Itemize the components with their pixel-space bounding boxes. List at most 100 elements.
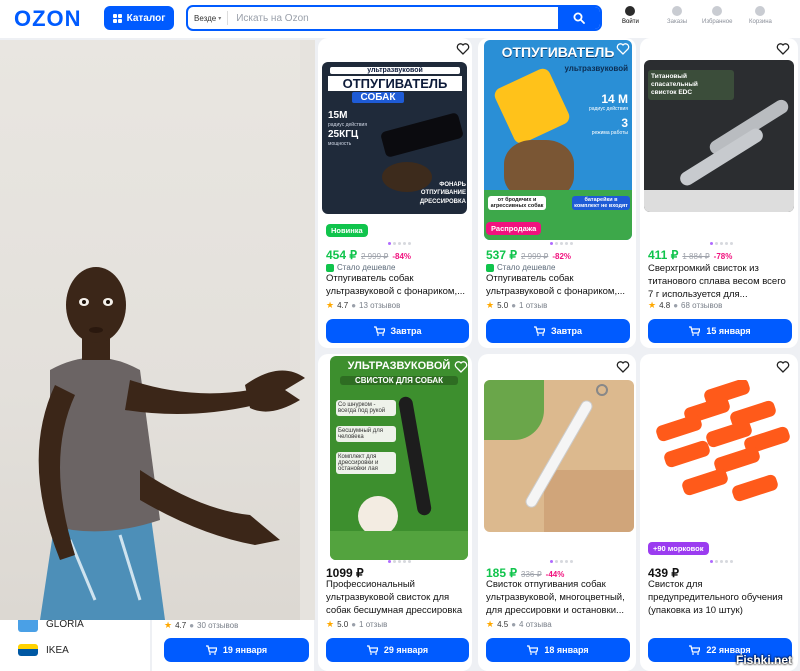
product-rating: ★ 4.8 ● 68 отзывов <box>648 300 723 310</box>
price-down-icon <box>326 263 334 272</box>
product-card[interactable]: +90 морковок 439 ₽ Свисток для предупред… <box>640 354 798 671</box>
cart-icon <box>366 645 378 655</box>
discount: -78% <box>713 252 733 261</box>
price-row: 454 ₽ 2 999 ₽ -84% <box>326 248 411 262</box>
star-icon: ★ <box>648 300 657 310</box>
product-title[interactable]: Свисток отпугивания собак ультразвуковой… <box>486 578 634 617</box>
search-icon <box>573 12 585 24</box>
image-pagination <box>710 560 733 563</box>
favorite-heart-icon[interactable] <box>456 42 470 56</box>
image-pagination <box>550 242 573 245</box>
product-badge: Новинка <box>326 224 368 237</box>
comment-icon: ● <box>351 301 357 310</box>
product-card[interactable]: Титановый спасательный свисток EDC 411 ₽… <box>640 38 798 348</box>
favorite-heart-icon[interactable] <box>454 360 468 374</box>
search-bar: Везде ▾ Искать на Ozon <box>186 5 602 31</box>
nav-cart-label: Корзина <box>749 19 772 25</box>
price-down-icon <box>486 263 494 272</box>
favorite-heart-icon[interactable] <box>616 42 630 56</box>
delivery-button[interactable]: 29 января <box>326 638 469 662</box>
catalog-button[interactable]: Каталог <box>104 6 174 30</box>
product-card[interactable]: 185 ₽ 336 ₽ -44% Свисток отпугивания соб… <box>478 354 636 671</box>
delivery-button[interactable]: Завтра <box>486 319 630 343</box>
star-icon: ★ <box>326 619 335 629</box>
product-badge: Распродажа <box>486 222 542 235</box>
price-row: 411 ₽ 1 884 ₽ -78% <box>648 248 732 262</box>
product-price: 411 ₽ <box>648 248 679 262</box>
product-title[interactable]: Отпугиватель собак ультразвуковой с фона… <box>486 272 630 298</box>
ozon-logo[interactable]: OZON <box>14 6 82 32</box>
product-image[interactable]: ОТПУГИВАТЕЛЬ ультразвуковой 14 М радиус … <box>484 40 632 240</box>
image-pagination <box>550 560 573 563</box>
cart-icon <box>689 326 701 336</box>
favorite-heart-icon[interactable] <box>776 360 790 374</box>
star-icon: ★ <box>164 620 173 630</box>
product-rating: ★ 5.0 ● 1 отзыв <box>326 619 388 629</box>
product-rating: ★ 4.7 ● 30 отзывов <box>164 620 239 630</box>
product-card[interactable]: ОТПУГИВАТЕЛЬ ультразвуковой 14 М радиус … <box>478 38 636 348</box>
cart-icon <box>205 645 217 655</box>
cart-icon <box>534 326 546 336</box>
comment-icon: ● <box>673 301 679 310</box>
nav-orders[interactable]: Заказы <box>667 6 687 25</box>
image-pagination <box>710 242 733 245</box>
cart-icon <box>689 645 701 655</box>
delivery-button[interactable]: 19 января <box>164 638 309 662</box>
product-rating: ★ 5.0 ● 1 отзыв <box>486 300 548 310</box>
nav-login[interactable]: Войти <box>622 6 639 25</box>
comment-icon: ● <box>511 620 517 629</box>
discount: -82% <box>552 252 572 261</box>
points-badge: +90 морковок <box>648 542 709 555</box>
favorite-heart-icon[interactable] <box>616 360 630 374</box>
search-scope-dropdown[interactable]: Везде ▾ <box>188 11 229 25</box>
user-icon <box>625 6 636 16</box>
image-pagination <box>388 560 411 563</box>
product-card[interactable]: УЛЬТРАЗВУКОВОЙ СВИСТОК ДЛЯ СОБАК Со шнур… <box>318 354 472 671</box>
product-card-partial[interactable]: ★ 4.7 ● 30 отзывов 19 января <box>152 614 314 671</box>
product-title[interactable]: Отпугиватель собак ультразвуковой с фона… <box>326 272 468 298</box>
grid-icon <box>112 13 122 23</box>
product-title[interactable]: Сверхгромкий свисток из титанового сплав… <box>648 262 792 300</box>
old-price: 1 884 ₽ <box>682 252 710 261</box>
product-title[interactable]: Профессиональный ультразвуковой свисток … <box>326 578 472 617</box>
old-price: 2 999 ₽ <box>521 252 549 261</box>
watermark: Fishki.net <box>735 653 792 667</box>
top-header: OZON Каталог Везде ▾ Искать на Ozon Войт… <box>0 0 800 38</box>
nav-login-label: Войти <box>622 19 639 25</box>
product-image[interactable] <box>644 380 794 532</box>
price-drop-note: Стало дешевле <box>326 263 395 272</box>
chevron-down-icon: ▾ <box>218 15 222 22</box>
delivery-button[interactable]: Завтра <box>326 319 469 343</box>
delivery-button[interactable]: 15 января <box>648 319 792 343</box>
heart-icon <box>712 6 723 16</box>
search-input[interactable]: Искать на Ozon <box>228 13 558 24</box>
meme-photo <box>0 40 315 620</box>
product-price: 454 ₽ <box>326 248 357 262</box>
star-icon: ★ <box>326 300 335 310</box>
star-icon: ★ <box>486 619 495 629</box>
product-image[interactable]: УЛЬТРАЗВУКОВОЙ СВИСТОК ДЛЯ СОБАК Со шнур… <box>330 356 468 560</box>
catalog-label: Каталог <box>126 12 166 24</box>
delivery-button[interactable]: 18 января <box>486 638 630 662</box>
product-title[interactable]: Свисток для предупредительного обучения … <box>648 578 792 617</box>
comment-icon: ● <box>351 620 357 629</box>
comment-icon: ● <box>189 621 195 630</box>
product-card[interactable]: ультразвуковой ОТПУГИВАТЕЛЬ СОБАК 15М ра… <box>318 38 472 348</box>
search-button[interactable] <box>558 7 600 29</box>
brand-item-ikea[interactable]: IKEA <box>18 644 69 656</box>
man-pointing-illustration <box>38 40 315 620</box>
nav-cart[interactable]: Корзина <box>749 6 772 25</box>
star-icon: ★ <box>486 300 495 310</box>
product-image[interactable]: Титановый спасательный свисток EDC <box>644 60 794 212</box>
search-scope-label: Везде <box>194 13 217 23</box>
price-row: 537 ₽ 2 999 ₽ -82% <box>486 248 571 262</box>
product-image[interactable]: ультразвуковой ОТПУГИВАТЕЛЬ СОБАК 15М ра… <box>322 62 467 214</box>
product-rating: ★ 4.7 ● 13 отзывов <box>326 300 401 310</box>
product-image[interactable] <box>484 380 634 532</box>
favorite-heart-icon[interactable] <box>776 42 790 56</box>
brand-label: GLORIA <box>46 618 84 630</box>
image-caption: Титановый спасательный свисток EDC <box>648 70 734 100</box>
nav-favorites-label: Избранное <box>702 19 733 25</box>
nav-favorites[interactable]: Избранное <box>702 6 732 25</box>
ikea-logo <box>18 644 38 656</box>
